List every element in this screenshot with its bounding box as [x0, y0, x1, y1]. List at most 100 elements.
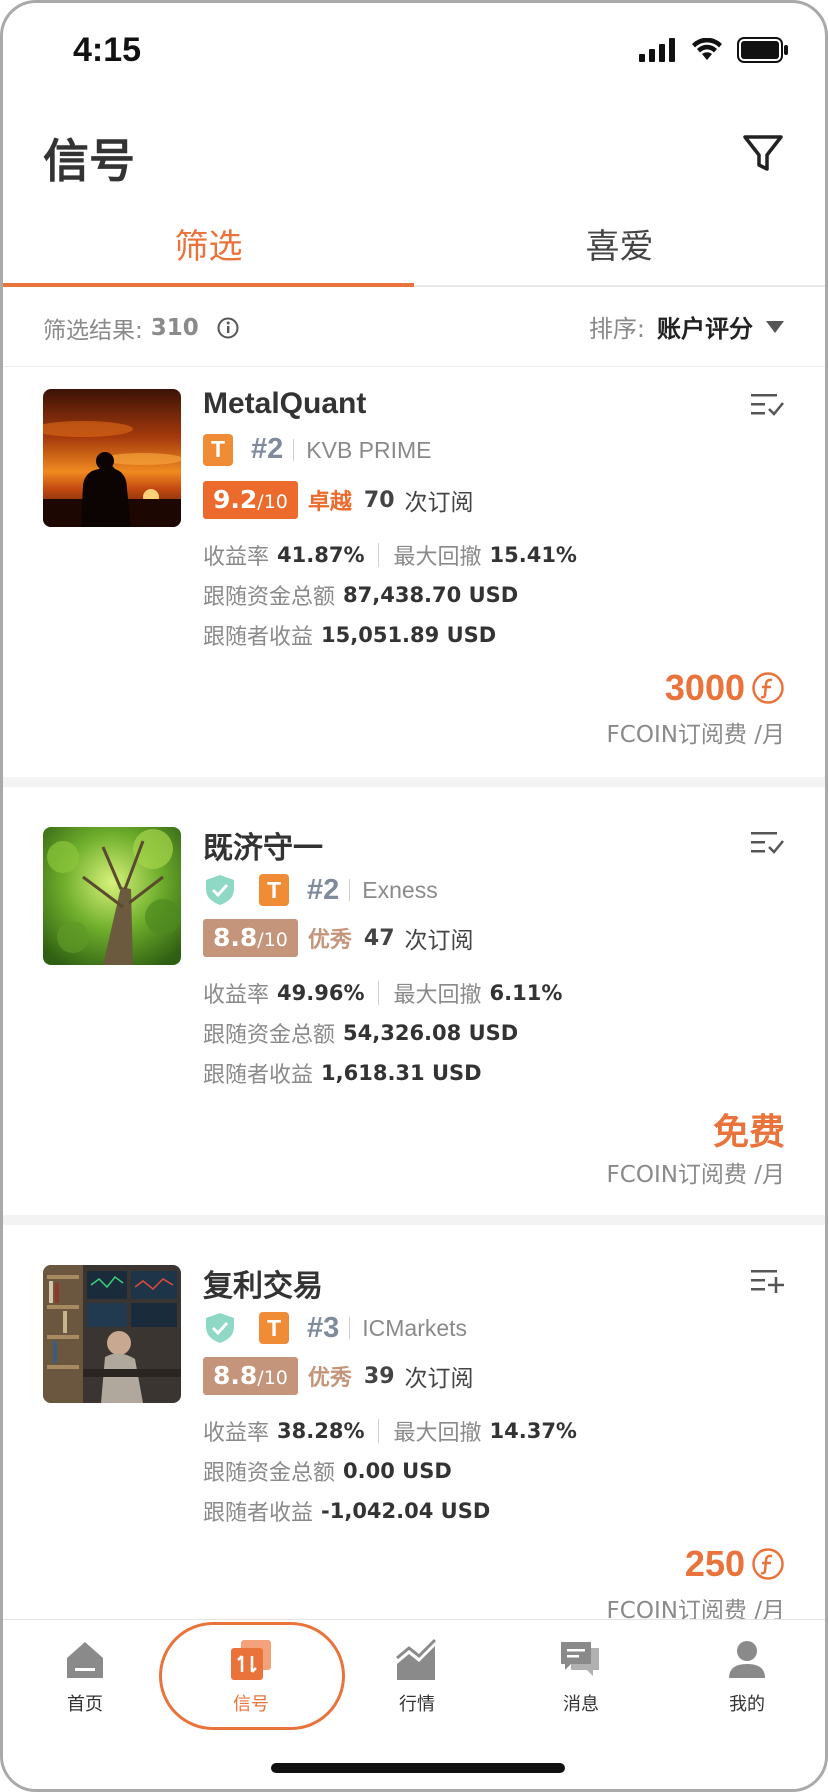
subscriber-label: 次订阅 [404, 490, 474, 516]
return-label: 收益率 [203, 983, 270, 1008]
sort-label: 排序: [588, 315, 645, 343]
card-separator [3, 1215, 825, 1225]
list-add-icon[interactable] [749, 1267, 785, 1295]
tab-filter[interactable]: 筛选 [3, 203, 414, 287]
info-icon[interactable] [217, 317, 239, 339]
signal-card[interactable]: 既济守一 T #2 Exness 8.8 /10 优秀 47 次订阅 收益率 4… [3, 787, 825, 1211]
broker: Exness [349, 879, 438, 902]
status-bar: 4:15 [3, 3, 825, 103]
signal-name: 既济守一 [203, 831, 323, 866]
stat-divider [378, 543, 380, 567]
signal-icon [231, 1640, 271, 1680]
badge-row: T #2 Exness [203, 873, 438, 907]
profit-line: 跟随者收益 -1,042.04 USD [203, 1495, 490, 1527]
return-label: 收益率 [203, 1421, 270, 1446]
rank: #2 [251, 433, 284, 465]
nav-label: 我的 [729, 1694, 765, 1715]
funds-label: 跟随资金总额 [203, 1023, 336, 1048]
filter-button[interactable] [739, 129, 787, 177]
messages-icon [561, 1642, 599, 1676]
app-screen: 4:15 信号 筛选 喜爱 筛选结果: 310 排序: 账户评分 MetalQu… [0, 0, 828, 1792]
score-denominator: /10 [257, 491, 288, 513]
verified-shield-icon [206, 875, 234, 905]
signal-card[interactable]: 复利交易 T #3 ICMarkets 8.8 /10 优秀 39 次订阅 收益… [3, 1225, 825, 1625]
result-count: 310 [150, 315, 199, 341]
score-level: 卓越 [307, 490, 352, 515]
fcoin-icon [752, 672, 784, 704]
caret-down-icon [766, 320, 784, 333]
score-row: 8.8 /10 优秀 47 次订阅 [203, 919, 474, 957]
return-drawdown-line: 收益率 38.28% 最大回撤 14.37% [203, 1415, 577, 1447]
return-value: 38.28% [277, 1419, 365, 1443]
subscriber-label: 次订阅 [404, 928, 474, 954]
subscription-price: 250 [684, 1543, 745, 1584]
drawdown-label: 最大回撤 [393, 983, 482, 1008]
nav-signal[interactable]: 信号 [191, 1638, 311, 1716]
return-drawdown-line: 收益率 41.87% 最大回撤 15.41% [203, 539, 577, 571]
subscription-price: 免费 [712, 1112, 785, 1153]
profit-value: -1,042.04 USD [321, 1499, 491, 1523]
battery-icon [737, 37, 788, 63]
score-denominator: /10 [257, 929, 288, 951]
status-time: 4:15 [73, 31, 142, 69]
return-drawdown-line: 收益率 49.96% 最大回撤 6.11% [203, 977, 562, 1009]
funds-line: 跟随资金总额 54,326.08 USD [203, 1017, 518, 1049]
nav-home[interactable]: 首页 [25, 1638, 145, 1716]
score-level: 优秀 [307, 1366, 352, 1391]
profit-label: 跟随者收益 [203, 1063, 314, 1088]
score-level: 优秀 [307, 928, 352, 953]
stat-divider [378, 1419, 380, 1443]
status-icons [639, 37, 789, 63]
price-wrap: 3000 [665, 667, 785, 709]
drawdown-value: 6.11% [489, 981, 563, 1005]
return-value: 41.87% [277, 543, 365, 567]
signal-name: 复利交易 [203, 1269, 323, 1304]
result-summary: 筛选结果: 310 [43, 311, 239, 345]
score-badge: 9.2 /10 [203, 481, 298, 519]
subscriber-count: 47 [363, 925, 395, 951]
nav-market[interactable]: 行情 [357, 1638, 477, 1716]
rank: #3 [307, 1311, 340, 1344]
funds-line: 跟随资金总额 0.00 USD [203, 1455, 452, 1487]
home-indicator [271, 1763, 565, 1773]
signal-name: MetalQuant [203, 387, 367, 420]
return-value: 49.96% [277, 981, 365, 1005]
profit-value: 15,051.89 USD [321, 623, 497, 647]
funds-label: 跟随资金总额 [203, 585, 336, 610]
bottom-nav: 首页 信号 行情 消息 我的 [3, 1619, 825, 1789]
drawdown-value: 14.37% [489, 1419, 577, 1443]
score-row: 9.2 /10 卓越 70 次订阅 [203, 481, 474, 519]
profit-value: 1,618.31 USD [321, 1061, 482, 1085]
nav-label: 消息 [563, 1694, 599, 1715]
tab-favorites[interactable]: 喜爱 [414, 203, 825, 285]
broker: KVB PRIME [293, 438, 432, 461]
profit-label: 跟随者收益 [203, 625, 314, 650]
list-check-icon[interactable] [749, 391, 785, 419]
fcoin-icon [752, 1548, 784, 1580]
trader-badge: T [203, 433, 233, 466]
funds-value: 54,326.08 USD [343, 1021, 519, 1045]
list-check-icon[interactable] [749, 829, 785, 857]
profile-icon [729, 1641, 765, 1678]
nav-messages[interactable]: 消息 [521, 1638, 641, 1716]
subscriber-count: 39 [363, 1363, 395, 1389]
sort-selector[interactable]: 排序: 账户评分 [589, 309, 785, 344]
score-badge: 8.8 /10 [203, 1357, 298, 1395]
home-icon [67, 1642, 103, 1678]
score-value: 8.8 [213, 923, 258, 952]
funds-value: 0.00 USD [343, 1459, 452, 1483]
score-row: 8.8 /10 优秀 39 次订阅 [203, 1357, 474, 1395]
profit-line: 跟随者收益 1,618.31 USD [203, 1057, 482, 1089]
trader-badge: T [259, 874, 289, 906]
subscription-price: 3000 [664, 667, 745, 708]
cellular-signal-icon [639, 38, 675, 62]
result-label: 筛选结果: [43, 318, 143, 344]
score-value: 8.8 [213, 1361, 258, 1390]
signal-avatar [43, 827, 181, 965]
score-denominator: /10 [257, 1367, 288, 1389]
signal-avatar [43, 1265, 181, 1403]
wifi-icon [692, 38, 722, 60]
nav-profile[interactable]: 我的 [687, 1638, 807, 1716]
page-title: 信号 [43, 134, 135, 188]
signal-card[interactable]: MetalQuant T #2 KVB PRIME 9.2 /10 卓越 70 … [3, 367, 825, 777]
